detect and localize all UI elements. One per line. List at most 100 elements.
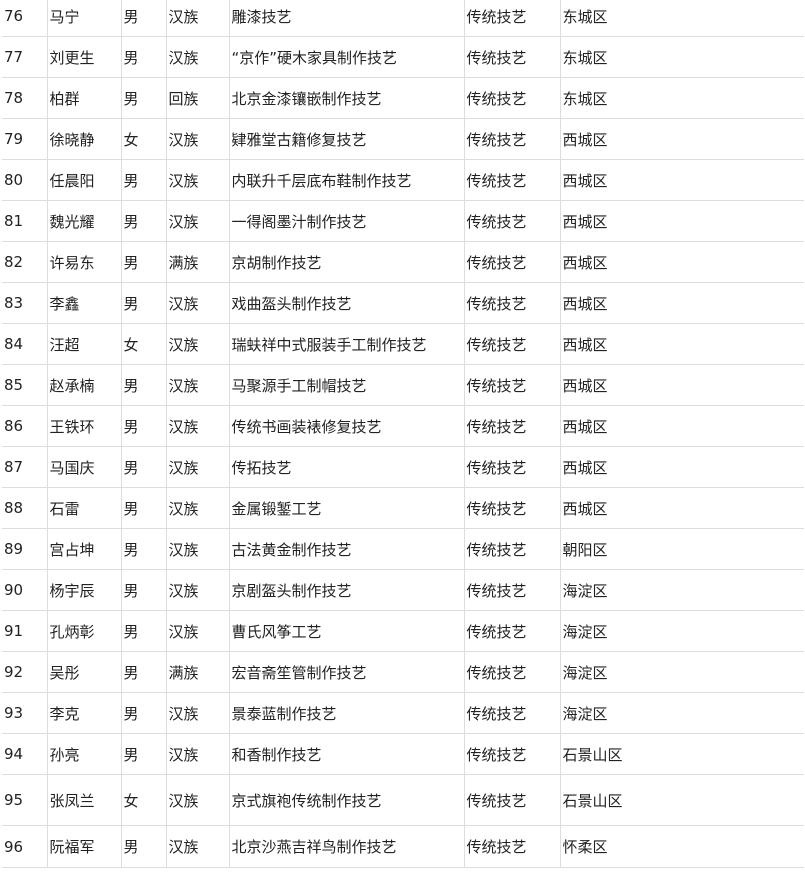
heritage-item: 北京沙燕吉祥鸟制作技艺 [229, 825, 465, 868]
district-cell: 西城区 [560, 159, 804, 201]
gender-cell: 女 [121, 118, 167, 160]
category-cell: 传统技艺 [464, 36, 561, 78]
category-cell: 传统技艺 [464, 569, 561, 611]
district-cell: 海淀区 [560, 569, 804, 611]
heritage-item: 肄雅堂古籍修复技艺 [229, 118, 465, 160]
category-cell: 传统技艺 [464, 200, 561, 242]
row-number: 93 [2, 692, 48, 734]
inheritor-name: 王铁环 [47, 405, 122, 447]
district-cell: 石景山区 [560, 774, 804, 826]
table-row: 83 李鑫 男 汉族 戏曲盔头制作技艺 传统技艺 西城区 [2, 282, 804, 324]
district-cell: 东城区 [560, 36, 804, 78]
inheritor-name: 汪超 [47, 323, 122, 365]
inheritor-name: 杨宇辰 [47, 569, 122, 611]
heritage-item: 景泰蓝制作技艺 [229, 692, 465, 734]
table-row: 85 赵承楠 男 汉族 马聚源手工制帽技艺 传统技艺 西城区 [2, 364, 804, 406]
district-cell: 怀柔区 [560, 825, 804, 868]
inheritor-name: 许易东 [47, 241, 122, 283]
table-row: 96 阮福军 男 汉族 北京沙燕吉祥鸟制作技艺 传统技艺 怀柔区 [2, 825, 804, 868]
table-row: 87 马国庆 男 汉族 传拓技艺 传统技艺 西城区 [2, 446, 804, 488]
table-row: 94 孙亮 男 汉族 和香制作技艺 传统技艺 石景山区 [2, 733, 804, 775]
row-number: 96 [2, 825, 48, 868]
heritage-item: 京式旗袍传统制作技艺 [229, 774, 465, 826]
row-number: 91 [2, 610, 48, 652]
gender-cell: 男 [121, 364, 167, 406]
inheritor-name: 孙亮 [47, 733, 122, 775]
district-cell: 朝阳区 [560, 528, 804, 570]
district-cell: 海淀区 [560, 610, 804, 652]
gender-cell: 男 [121, 692, 167, 734]
table-row: 80 任晨阳 男 汉族 内联升千层底布鞋制作技艺 传统技艺 西城区 [2, 159, 804, 201]
inheritor-name: 阮福军 [47, 825, 122, 868]
heritage-item: 戏曲盔头制作技艺 [229, 282, 465, 324]
row-number: 82 [2, 241, 48, 283]
heritage-item: 传拓技艺 [229, 446, 465, 488]
category-cell: 传统技艺 [464, 528, 561, 570]
gender-cell: 男 [121, 610, 167, 652]
gender-cell: 男 [121, 241, 167, 283]
row-number: 83 [2, 282, 48, 324]
category-cell: 传统技艺 [464, 446, 561, 488]
inheritor-name: 徐晓静 [47, 118, 122, 160]
category-cell: 传统技艺 [464, 405, 561, 447]
row-number: 78 [2, 77, 48, 119]
gender-cell: 男 [121, 825, 167, 868]
gender-cell: 男 [121, 487, 167, 529]
table-row: 92 吴彤 男 满族 宏音斋笙管制作技艺 传统技艺 海淀区 [2, 651, 804, 693]
table-row: 90 杨宇辰 男 汉族 京剧盔头制作技艺 传统技艺 海淀区 [2, 569, 804, 611]
row-number: 92 [2, 651, 48, 693]
ethnicity-cell: 汉族 [166, 733, 230, 775]
gender-cell: 男 [121, 405, 167, 447]
heritage-item: 雕漆技艺 [229, 0, 465, 37]
gender-cell: 男 [121, 282, 167, 324]
heritage-item: 和香制作技艺 [229, 733, 465, 775]
ethnicity-cell: 回族 [166, 77, 230, 119]
row-number: 95 [2, 774, 48, 826]
category-cell: 传统技艺 [464, 825, 561, 868]
category-cell: 传统技艺 [464, 692, 561, 734]
category-cell: 传统技艺 [464, 651, 561, 693]
row-number: 81 [2, 200, 48, 242]
row-number: 80 [2, 159, 48, 201]
gender-cell: 男 [121, 528, 167, 570]
inheritor-name: 马国庆 [47, 446, 122, 488]
heritage-item: 金属锻錾工艺 [229, 487, 465, 529]
inheritor-name: 张凤兰 [47, 774, 122, 826]
ethnicity-cell: 汉族 [166, 118, 230, 160]
table-row: 76 马宁 男 汉族 雕漆技艺 传统技艺 东城区 [2, 0, 804, 37]
district-cell: 西城区 [560, 446, 804, 488]
inheritor-name: 刘更生 [47, 36, 122, 78]
inheritor-name: 魏光耀 [47, 200, 122, 242]
heritage-item: 宏音斋笙管制作技艺 [229, 651, 465, 693]
district-cell: 西城区 [560, 241, 804, 283]
gender-cell: 男 [121, 77, 167, 119]
district-cell: 西城区 [560, 200, 804, 242]
category-cell: 传统技艺 [464, 364, 561, 406]
table-row: 88 石雷 男 汉族 金属锻錾工艺 传统技艺 西城区 [2, 487, 804, 529]
ethnicity-cell: 汉族 [166, 528, 230, 570]
category-cell: 传统技艺 [464, 774, 561, 826]
table-body: 76 马宁 男 汉族 雕漆技艺 传统技艺 东城区 77 刘更生 男 汉族 “京作… [2, 0, 804, 868]
district-cell: 西城区 [560, 323, 804, 365]
ethnicity-cell: 汉族 [166, 487, 230, 529]
table-row: 79 徐晓静 女 汉族 肄雅堂古籍修复技艺 传统技艺 西城区 [2, 118, 804, 160]
ethnicity-cell: 汉族 [166, 36, 230, 78]
row-number: 79 [2, 118, 48, 160]
gender-cell: 男 [121, 733, 167, 775]
category-cell: 传统技艺 [464, 77, 561, 119]
table-row: 93 李克 男 汉族 景泰蓝制作技艺 传统技艺 海淀区 [2, 692, 804, 734]
heritage-item: 内联升千层底布鞋制作技艺 [229, 159, 465, 201]
table-row: 89 宫占坤 男 汉族 古法黄金制作技艺 传统技艺 朝阳区 [2, 528, 804, 570]
inheritor-name: 马宁 [47, 0, 122, 37]
table-row: 91 孔炳彰 男 汉族 曹氏风筝工艺 传统技艺 海淀区 [2, 610, 804, 652]
category-cell: 传统技艺 [464, 282, 561, 324]
category-cell: 传统技艺 [464, 487, 561, 529]
heritage-item: 古法黄金制作技艺 [229, 528, 465, 570]
heritage-item: 京胡制作技艺 [229, 241, 465, 283]
inheritor-name: 任晨阳 [47, 159, 122, 201]
row-number: 90 [2, 569, 48, 611]
ethnicity-cell: 汉族 [166, 446, 230, 488]
category-cell: 传统技艺 [464, 0, 561, 37]
inheritor-name: 李克 [47, 692, 122, 734]
category-cell: 传统技艺 [464, 118, 561, 160]
